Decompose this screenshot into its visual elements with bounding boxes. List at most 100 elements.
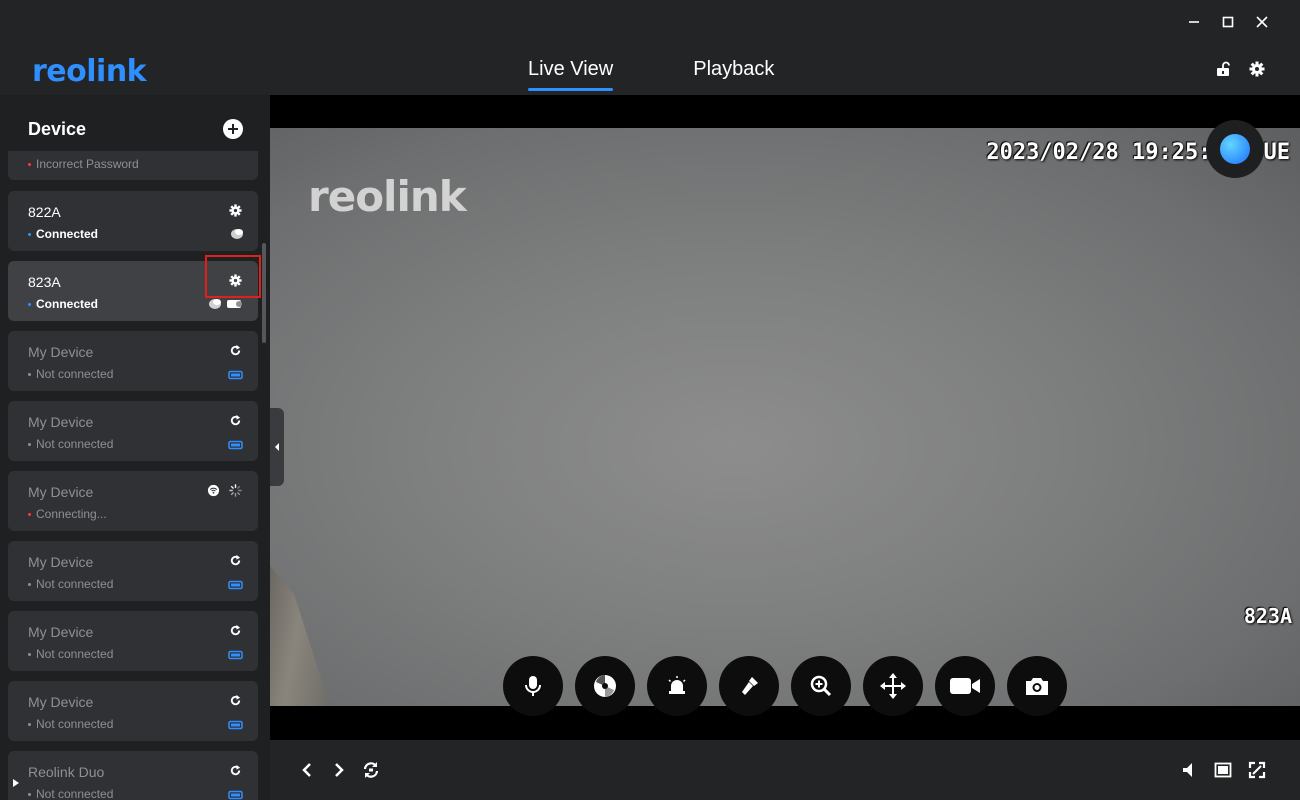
fullscreen-icon [1248,761,1266,779]
auto-rotate-button[interactable] [362,761,380,779]
status-dot [28,302,31,306]
record-button[interactable] [935,656,995,716]
device-card-reolink-duo[interactable]: Reolink Duo Not connected [8,751,258,800]
status-dot [28,162,31,166]
status-dot [28,652,31,656]
sidebar-header: Device [0,95,270,155]
battery-indicator-icon [226,297,244,315]
device-name: My Device [28,554,94,570]
header-icons [1214,60,1266,78]
device-status: Incorrect Password [28,157,139,171]
ptz-move-button[interactable] [863,656,923,716]
status-dot [28,722,31,726]
refresh-icon[interactable] [228,553,242,567]
tab-live-view[interactable]: Live View [528,58,614,91]
gear-icon[interactable] [1248,60,1266,78]
status-dot [28,512,31,516]
chevron-left-icon [275,443,279,451]
record-icon [950,678,980,694]
device-name: My Device [28,414,94,430]
device-sidebar: Device Incorrect Password 822A Connected [0,95,270,800]
device-status: Connecting... [28,507,107,521]
lens-icon [594,675,616,697]
tab-playback[interactable]: Playback [693,58,774,87]
status-dot [28,372,31,376]
refresh-icon [363,762,379,778]
device-status: Not connected [28,787,113,800]
refresh-icon[interactable] [228,343,242,357]
speaker-icon [1183,763,1192,777]
layout-button[interactable] [1214,761,1232,779]
close-icon[interactable] [1254,12,1270,32]
status-dot [28,442,31,446]
device-settings-icon[interactable] [228,203,242,217]
main-nav: Live View Playback [528,58,774,91]
previous-page-button[interactable] [298,761,316,779]
floating-assistant-bubble[interactable] [1206,120,1264,178]
siren-icon [668,676,686,694]
camera-feed[interactable]: reolink 2023/02/28 19:25: UE 823A [270,128,1300,706]
battery-icon [228,787,244,800]
bottom-left-controls [298,761,380,779]
next-page-button[interactable] [330,761,348,779]
device-indicators [228,367,244,385]
device-name: 822A [28,204,61,220]
device-name: My Device [28,694,94,710]
lens-button[interactable] [575,656,635,716]
device-card-822a[interactable]: 822A Connected [8,191,258,251]
device-name: My Device [28,484,94,500]
device-status: Connected [28,227,98,241]
device-indicators [228,577,244,595]
battery-icon [228,437,244,455]
bottom-toolbar [270,740,1300,800]
add-device-button[interactable] [223,119,243,139]
device-indicators [228,787,244,800]
refresh-icon[interactable] [228,623,242,637]
device-card-my-device-connecting[interactable]: My Device Connecting... [8,471,258,531]
device-card-my-device-1[interactable]: My Device Not connected [8,331,258,391]
sidebar-collapse-handle[interactable] [270,408,284,486]
status-dot [28,582,31,586]
minimize-icon[interactable] [1186,12,1202,32]
microphone-button[interactable] [503,656,563,716]
osd-camera-name: 823A [1243,604,1292,628]
device-status: Not connected [28,367,113,381]
chevron-left-icon [302,763,311,777]
status-text: Not connected [36,367,114,381]
fullscreen-button[interactable] [1248,761,1266,779]
status-text: Incorrect Password [36,157,139,171]
siren-button[interactable] [647,656,707,716]
refresh-icon[interactable] [228,413,242,427]
status-text: Connected [36,227,99,241]
device-card-incorrect-password[interactable]: Incorrect Password [8,151,258,180]
battery-icon [228,577,244,595]
device-card-my-device-2[interactable]: My Device Not connected [8,401,258,461]
app-logo: reolink [32,54,147,89]
spotlight-button[interactable] [719,656,779,716]
battery-icon [228,647,244,665]
unlock-icon[interactable] [1214,60,1232,78]
annotation-highlight-box [205,255,261,298]
device-status: Connected [28,297,98,311]
battery-icon [228,367,244,385]
device-indicators [208,297,244,315]
live-controls [503,656,1067,716]
osd-timestamp-text: 2023/02/28 19:25: [986,140,1212,165]
device-status: Not connected [28,437,113,451]
device-card-my-device-5[interactable]: My Device Not connected [8,681,258,741]
device-card-my-device-3[interactable]: My Device Not connected [8,541,258,601]
maximize-icon[interactable] [1220,12,1236,32]
refresh-icon[interactable] [228,763,242,777]
device-card-my-device-4[interactable]: My Device Not connected [8,611,258,671]
battery-icon [228,717,244,735]
expand-group-icon[interactable] [12,775,20,787]
status-text: Not connected [36,577,114,591]
zoom-button[interactable] [791,656,851,716]
device-name: Reolink Duo [28,764,105,780]
sidebar-scrollbar[interactable] [262,243,266,343]
device-name: 823A [28,274,61,290]
refresh-icon[interactable] [228,693,242,707]
snapshot-button[interactable] [1007,656,1067,716]
volume-button[interactable] [1180,761,1198,779]
bottom-right-controls [1180,761,1266,779]
